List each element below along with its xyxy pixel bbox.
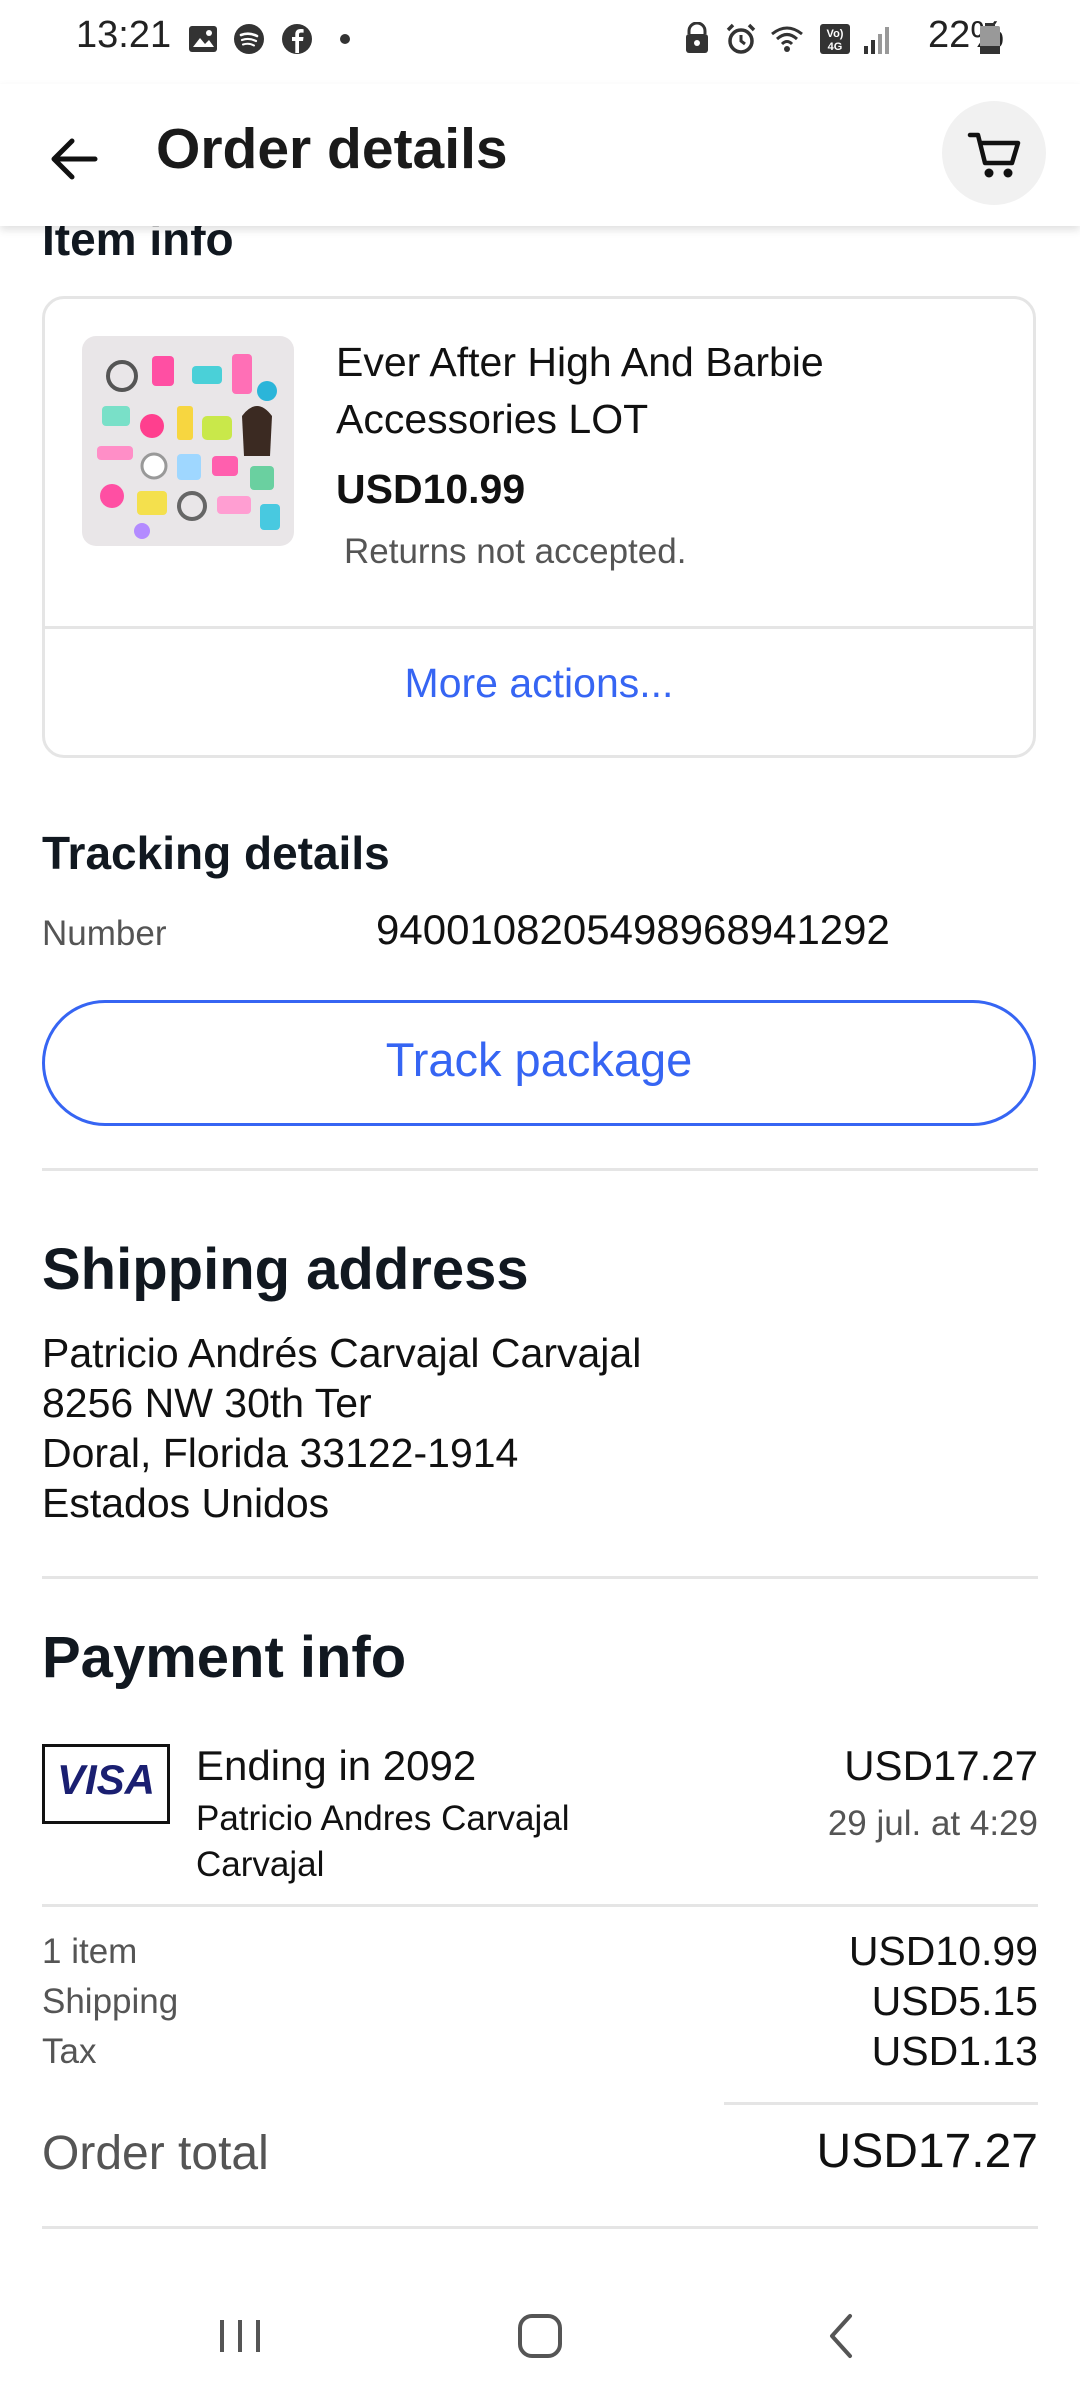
shipping-heading: Shipping address bbox=[42, 1237, 529, 1302]
summary-tax-label: Tax bbox=[42, 2032, 97, 2071]
page-title: Order details bbox=[156, 117, 508, 181]
item-thumbnail[interactable] bbox=[82, 336, 294, 546]
tracking-heading: Tracking details bbox=[42, 827, 390, 879]
summary-shipping-value: USD5.15 bbox=[871, 1978, 1038, 2024]
cardholder-name: Patricio Andres Carvajal Carvajal bbox=[196, 1799, 570, 1884]
divider bbox=[42, 2226, 1038, 2229]
payment-heading: Payment info bbox=[42, 1625, 407, 1690]
wifi-icon bbox=[771, 26, 803, 52]
returns-policy: Returns not accepted. bbox=[344, 532, 687, 571]
summary-items-value: USD10.99 bbox=[848, 1928, 1038, 1974]
address-line-country: Estados Unidos bbox=[42, 1480, 330, 1526]
svg-text:Vo): Vo) bbox=[827, 28, 844, 40]
payment-amount: USD17.27 bbox=[844, 1742, 1038, 1789]
security-icon bbox=[686, 22, 708, 53]
recent-apps-icon[interactable] bbox=[210, 2306, 270, 2366]
divider bbox=[42, 1168, 1038, 1171]
divider bbox=[42, 1576, 1038, 1579]
item-title[interactable]: Ever After High And Barbie Accessories L… bbox=[336, 334, 976, 448]
address-line-street: 8256 NW 30th Ter bbox=[42, 1380, 372, 1426]
card-ending: Ending in 2092 bbox=[196, 1742, 477, 1789]
cart-button[interactable] bbox=[942, 101, 1046, 205]
summary-items-label: 1 item bbox=[42, 1932, 138, 1971]
svg-text:4G: 4G bbox=[828, 41, 843, 53]
gallery-icon bbox=[189, 26, 217, 52]
spotify-icon bbox=[234, 24, 264, 54]
status-bar: 13:21 Vo) 4G 22% bbox=[0, 0, 1080, 84]
divider bbox=[42, 1904, 1038, 1907]
tracking-number-label: Number bbox=[42, 914, 167, 953]
more-actions-link[interactable]: More actions... bbox=[45, 660, 1033, 707]
volte-icon: Vo)4G bbox=[820, 24, 850, 54]
order-total-value: USD17.27 bbox=[816, 2125, 1038, 2178]
track-package-label: Track package bbox=[385, 1033, 693, 1086]
arrow-left-icon[interactable] bbox=[40, 124, 110, 194]
app-bar: Order details bbox=[0, 84, 1080, 226]
order-total-label: Order total bbox=[42, 2127, 269, 2180]
tracking-number-value: 9400108205498968941292 bbox=[376, 906, 890, 953]
payment-date: 29 jul. at 4:29 bbox=[827, 1804, 1038, 1843]
home-icon[interactable] bbox=[510, 2306, 570, 2366]
divider bbox=[724, 2102, 1038, 2105]
alarm-icon bbox=[726, 23, 756, 54]
back-icon[interactable] bbox=[812, 2306, 872, 2366]
battery-icon bbox=[980, 23, 1000, 54]
address-line-name: Patricio Andrés Carvajal Carvajal bbox=[42, 1330, 642, 1376]
card-divider bbox=[45, 626, 1033, 629]
item-price: USD10.99 bbox=[336, 466, 526, 512]
item-image bbox=[82, 336, 294, 546]
signal-icon bbox=[864, 27, 889, 54]
cart-icon bbox=[967, 132, 1021, 178]
summary-shipping-label: Shipping bbox=[42, 1982, 179, 2021]
address-line-city: Doral, Florida 33122-1914 bbox=[42, 1430, 519, 1476]
status-time: 13:21 bbox=[76, 14, 172, 56]
dot-icon bbox=[340, 34, 350, 44]
card-brand: VISA bbox=[56, 1756, 156, 1803]
summary-tax-value: USD1.13 bbox=[871, 2028, 1038, 2074]
facebook-icon bbox=[282, 24, 312, 54]
